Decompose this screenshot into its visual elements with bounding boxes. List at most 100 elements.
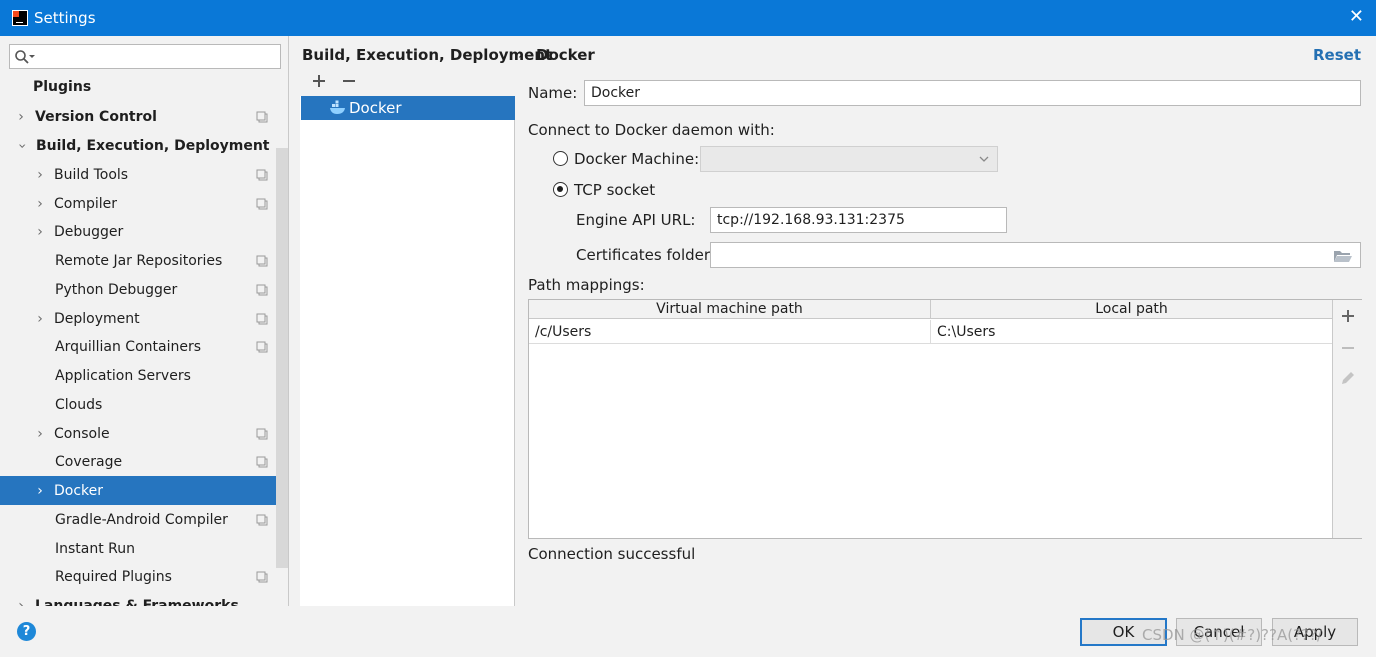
engine-api-url-label: Engine API URL: <box>576 211 696 229</box>
chevron-down-icon[interactable]: › <box>14 140 30 152</box>
project-settings-icon <box>256 284 268 296</box>
tree-item-label: Gradle-Android Compiler <box>55 511 228 528</box>
column-header-local-path[interactable]: Local path <box>930 300 1332 319</box>
certificates-folder-field[interactable] <box>710 242 1361 268</box>
project-settings-icon <box>256 428 268 440</box>
tree-item-clouds[interactable]: Clouds <box>0 390 288 419</box>
docker-config-list: Docker <box>300 96 515 606</box>
tree-item-label: Python Debugger <box>55 281 178 298</box>
tree-item-label: Instant Run <box>55 540 136 557</box>
tree-item-label: Deployment <box>54 310 140 327</box>
tree-item-coverage[interactable]: Coverage <box>0 447 288 476</box>
project-settings-icon <box>256 255 268 267</box>
tree-item-label: Compiler <box>54 195 118 212</box>
chevron-right-icon[interactable]: › <box>34 224 46 240</box>
dialog-footer: ? OK Cancel Apply CSDN @(↑)(#?)??A(???/ <box>0 606 1376 657</box>
engine-api-url-field[interactable] <box>710 207 1007 233</box>
reset-link[interactable]: Reset <box>1313 46 1361 64</box>
docker-machine-select[interactable] <box>700 146 998 172</box>
remove-icon[interactable] <box>338 70 360 92</box>
breadcrumb-parent[interactable]: Build, Execution, Deployment <box>302 46 552 64</box>
tree-item-remote-jar-repositories[interactable]: Remote Jar Repositories <box>0 246 288 275</box>
tree-item-console[interactable]: › Console <box>0 419 288 448</box>
cell-local-path[interactable]: C:\Users <box>930 320 1332 344</box>
chevron-right-icon[interactable]: › <box>34 311 46 327</box>
breadcrumb-current: Docker <box>536 46 595 64</box>
project-settings-icon <box>256 198 268 210</box>
project-settings-icon <box>256 571 268 583</box>
search-icon <box>15 49 35 64</box>
folder-open-icon[interactable] <box>1333 248 1353 264</box>
project-settings-icon <box>256 341 268 353</box>
tcp-socket-radio[interactable] <box>553 182 568 197</box>
chevron-right-icon[interactable]: › <box>34 167 46 183</box>
tree-item-build-execution-deployment[interactable]: › Build, Execution, Deployment <box>0 131 288 160</box>
chevron-right-icon[interactable]: › <box>15 598 27 607</box>
project-settings-icon <box>256 514 268 526</box>
ok-button[interactable]: OK <box>1080 618 1167 646</box>
tree-item-languages-frameworks[interactable]: › Languages & Frameworks <box>0 591 288 607</box>
tree-item-deployment[interactable]: › Deployment <box>0 304 288 333</box>
tree-item-label: Debugger <box>54 223 124 240</box>
tree-item-label: Required Plugins <box>55 568 172 585</box>
close-button[interactable]: ✕ <box>1349 7 1364 27</box>
tree-item-label: Build Tools <box>54 166 129 183</box>
cancel-button[interactable]: Cancel <box>1176 618 1262 646</box>
add-mapping-icon[interactable] <box>1340 308 1356 324</box>
path-mappings-label: Path mappings: <box>528 276 645 294</box>
window-title: Settings <box>34 9 96 27</box>
tree-item-docker[interactable]: › Docker <box>0 476 288 505</box>
edit-pencil-icon[interactable] <box>1340 370 1356 386</box>
search-input[interactable] <box>40 45 280 68</box>
tree-item-label: Docker <box>54 482 104 499</box>
docker-whale-icon <box>330 100 345 114</box>
sidebar-scrollbar[interactable] <box>276 148 288 568</box>
tree-item-required-plugins[interactable]: Required Plugins <box>0 562 288 591</box>
breadcrumb: Build, Execution, Deployment › Docker Re… <box>290 36 1376 70</box>
tree-item-application-servers[interactable]: Application Servers <box>0 361 288 390</box>
tree-item-instant-run[interactable]: Instant Run <box>0 534 288 563</box>
chevron-right-icon[interactable]: › <box>15 109 27 125</box>
docker-config-item[interactable]: Docker <box>301 96 515 120</box>
table-toolbar <box>1332 300 1362 538</box>
name-field[interactable] <box>584 80 1361 106</box>
tree-item-label: Remote Jar Repositories <box>55 252 223 269</box>
tree-item-build-tools[interactable]: › Build Tools <box>0 160 288 189</box>
cell-virtual-machine-path[interactable]: /c/Users <box>529 320 930 344</box>
add-icon[interactable] <box>308 70 330 92</box>
docker-machine-radio[interactable] <box>553 151 568 166</box>
tree-item-plugins[interactable]: Plugins <box>0 72 288 101</box>
tree-item-debugger[interactable]: › Debugger <box>0 217 288 246</box>
remove-mapping-icon[interactable] <box>1340 340 1356 356</box>
chevron-right-icon[interactable]: › <box>34 196 46 212</box>
tree-item-label: Arquillian Containers <box>55 338 202 355</box>
help-icon[interactable]: ? <box>17 622 36 641</box>
chevron-right-icon[interactable]: › <box>34 483 46 499</box>
tree-item-python-debugger[interactable]: Python Debugger <box>0 275 288 304</box>
name-label: Name: <box>528 84 578 102</box>
table-row[interactable]: /c/Users C:\Users <box>529 320 1332 344</box>
tree-item-label: Application Servers <box>55 367 191 384</box>
chevron-right-icon[interactable]: › <box>34 426 46 442</box>
search-box[interactable] <box>9 44 281 69</box>
project-settings-icon <box>256 313 268 325</box>
tree-item-label: Coverage <box>55 453 123 470</box>
tree-item-version-control[interactable]: › Version Control <box>0 102 288 131</box>
title-bar: Settings ✕ <box>0 0 1376 36</box>
path-mappings-table: Virtual machine path Local path /c/Users… <box>528 299 1362 539</box>
apply-button[interactable]: Apply <box>1272 618 1358 646</box>
docker-list-toolbar <box>300 70 515 94</box>
tree-item-label: Build, Execution, Deployment <box>36 137 270 154</box>
project-settings-icon <box>256 111 268 123</box>
tree-item-gradle-android-compiler[interactable]: Gradle-Android Compiler <box>0 505 288 534</box>
tree-item-arquillian-containers[interactable]: Arquillian Containers <box>0 332 288 361</box>
tree-item-compiler[interactable]: › Compiler <box>0 189 288 218</box>
breadcrumb-separator: › <box>518 45 524 63</box>
tree-item-label: Version Control <box>35 108 157 125</box>
intellij-app-icon <box>12 10 28 26</box>
docker-machine-label: Docker Machine: <box>574 150 700 168</box>
column-header-virtual-machine-path[interactable]: Virtual machine path <box>529 300 930 319</box>
connect-label: Connect to Docker daemon with: <box>528 121 775 139</box>
tree-item-label: Console <box>54 425 110 442</box>
project-settings-icon <box>256 169 268 181</box>
